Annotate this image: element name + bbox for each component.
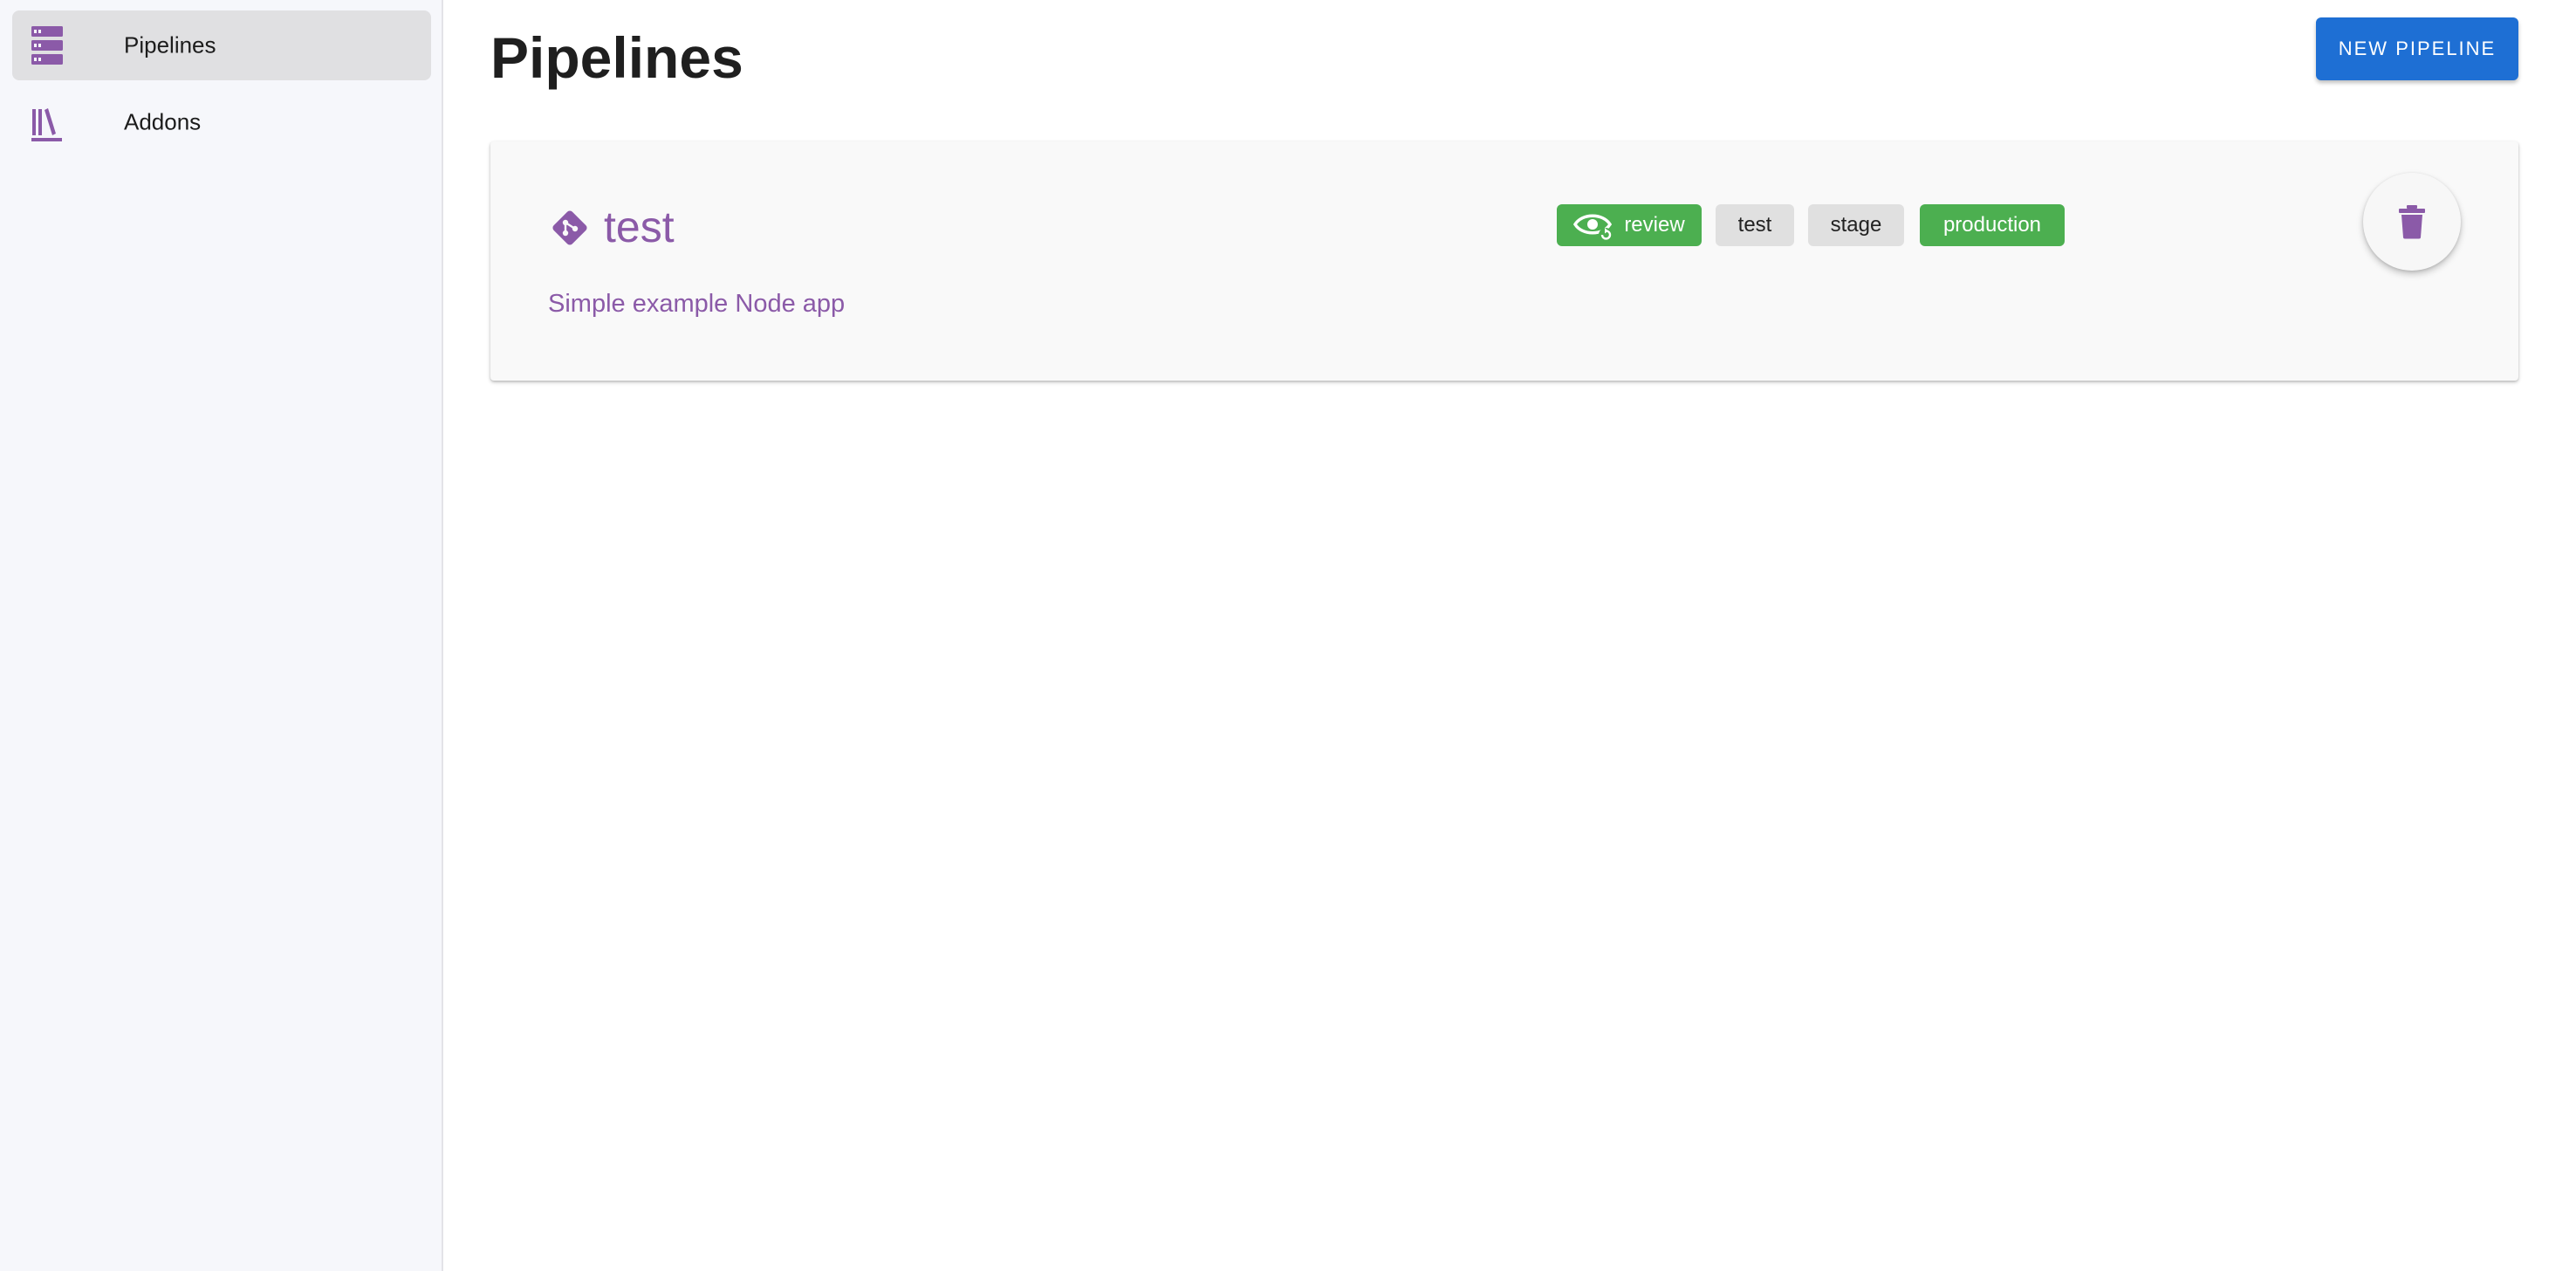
phase-label: review [1624,213,1685,237]
trash-icon [2399,205,2425,239]
phase-label: production [1942,213,2042,237]
pipeline-name[interactable]: test [604,199,675,255]
eye-refresh-icon [1573,214,1613,242]
sidebar-item-addons[interactable]: Addons [12,87,431,157]
pipeline-description: Simple example Node app [548,290,846,318]
phase-chip-stage[interactable]: stage [1808,204,1904,246]
phase-chip-test[interactable]: test [1716,204,1794,246]
sidebar-item-pipelines[interactable]: Pipelines [12,10,431,80]
sidebar-item-label: Pipelines [124,31,216,58]
server-stack-icon [31,26,63,65]
phase-label: stage [1830,213,1882,237]
sidebar-item-label: Addons [124,108,202,135]
git-icon [552,210,587,245]
library-books-icon [31,108,62,141]
sidebar: Pipelines Addons [0,0,443,1271]
delete-pipeline-button[interactable] [2363,173,2461,271]
new-pipeline-button[interactable]: NEW PIPELINE [2316,17,2518,80]
phase-chip-review[interactable]: review [1557,204,1702,246]
page-title: Pipelines [490,25,743,90]
phase-label: test [1737,213,1772,237]
phase-chip-production[interactable]: production [1920,204,2065,246]
pipeline-card[interactable]: test Simple example Node app review test… [490,141,2518,381]
